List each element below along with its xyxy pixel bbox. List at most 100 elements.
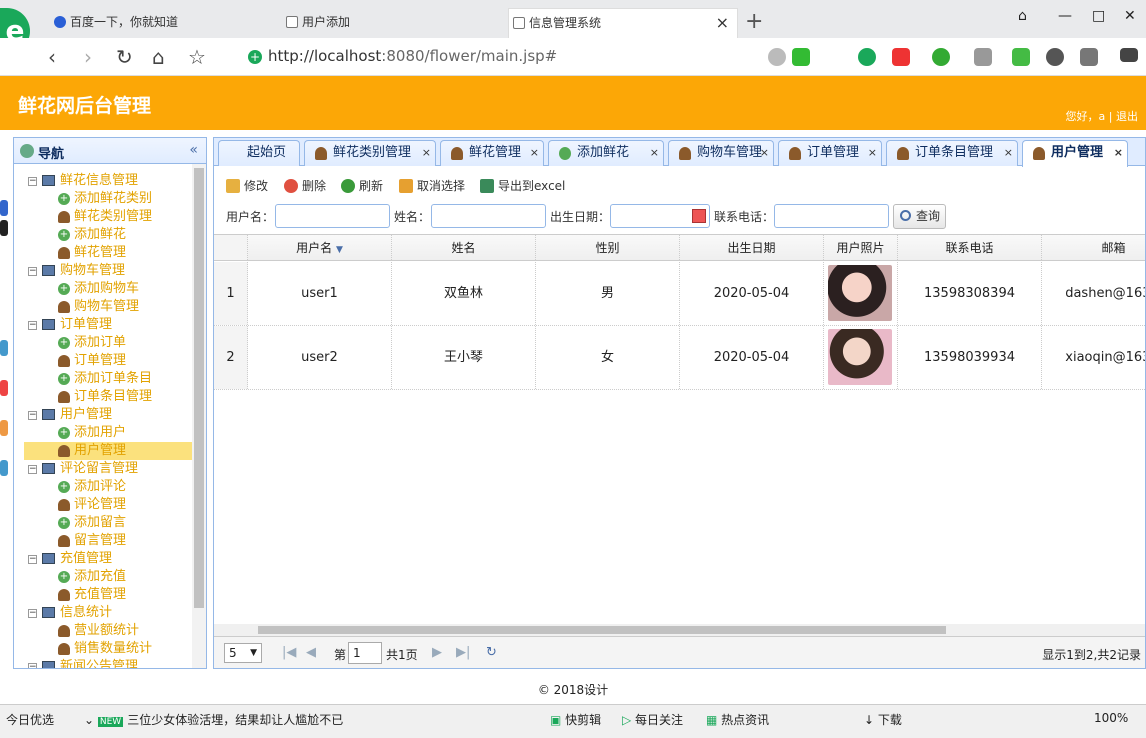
- table-row[interactable]: 2 user2 王小琴女 2020-05-04 13598039934 xiaoqin@1…: [214, 326, 1145, 390]
- back-icon[interactable]: ‹: [48, 46, 56, 68]
- page-number-input[interactable]: 1: [348, 642, 382, 664]
- phone-input[interactable]: [774, 204, 889, 228]
- column-header-email[interactable]: 邮箱: [1042, 235, 1145, 260]
- status-item[interactable]: ↓ 下载: [864, 711, 902, 728]
- status-today-pick[interactable]: 今日优选: [6, 711, 54, 728]
- birth-date-input[interactable]: [610, 204, 710, 228]
- page-tab[interactable]: 添加鲜花 ×: [548, 140, 664, 166]
- close-icon[interactable]: ×: [650, 141, 659, 165]
- battery-icon[interactable]: [1012, 48, 1030, 66]
- star-icon[interactable]: ☆: [188, 46, 206, 68]
- grid-hscrollbar[interactable]: [214, 624, 1145, 636]
- tree-item[interactable]: 订单管理: [24, 352, 192, 370]
- page-tab[interactable]: 鲜花管理 ×: [440, 140, 544, 166]
- cancel-select-button[interactable]: 取消选择: [399, 178, 465, 194]
- tree-item[interactable]: + 添加订单: [24, 334, 192, 352]
- tree-group[interactable]: − 评论留言管理: [24, 460, 192, 478]
- apps-icon[interactable]: [974, 48, 992, 66]
- page-tab[interactable]: 订单条目管理 ×: [886, 140, 1018, 166]
- delete-button[interactable]: 删除: [284, 178, 326, 194]
- tree-item[interactable]: + 添加购物车: [24, 280, 192, 298]
- collapse-icon[interactable]: −: [28, 555, 37, 564]
- collapse-icon[interactable]: −: [28, 609, 37, 618]
- status-item[interactable]: ▷ 每日关注: [622, 711, 683, 728]
- user-info[interactable]: 您好，a | 退出: [1066, 108, 1138, 124]
- edit-button[interactable]: 修改: [226, 178, 268, 194]
- next-page-icon[interactable]: ▶: [432, 645, 442, 660]
- refresh-button[interactable]: 刷新: [341, 178, 383, 194]
- headphone-icon[interactable]: [1046, 48, 1064, 66]
- collapse-icon[interactable]: −: [28, 267, 37, 276]
- browser-tab-info-system[interactable]: 信息管理系统 ×: [508, 8, 738, 38]
- tree-group[interactable]: − 购物车管理: [24, 262, 192, 280]
- status-news[interactable]: ⌄ NEW 三位少女体验活埋，结果却让人尴尬不已: [84, 711, 343, 728]
- collapse-icon[interactable]: −: [28, 411, 37, 420]
- close-icon[interactable]: ×: [530, 141, 539, 165]
- page-tab[interactable]: 鲜花类别管理 ×: [304, 140, 436, 166]
- prev-page-icon[interactable]: ◀: [306, 645, 316, 660]
- address-bar[interactable]: + http://localhost:8080/flower/main.jsp#: [240, 44, 760, 70]
- tree-item[interactable]: 订单条目管理: [24, 388, 192, 406]
- tree-item[interactable]: + 添加留言: [24, 514, 192, 532]
- collapse-icon[interactable]: −: [28, 663, 37, 668]
- lightning-icon[interactable]: [792, 48, 810, 66]
- table-row[interactable]: 1 user1 双鱼林男 2020-05-04 13598308394 dashen@16…: [214, 262, 1145, 326]
- home-icon[interactable]: ⌂: [152, 46, 165, 68]
- collapse-icon[interactable]: −: [28, 321, 37, 330]
- side-icon[interactable]: [0, 460, 8, 476]
- tree-group[interactable]: − 订单管理: [24, 316, 192, 334]
- name-input[interactable]: [431, 204, 546, 228]
- first-page-icon[interactable]: |◀: [282, 645, 296, 660]
- last-page-icon[interactable]: ▶|: [456, 645, 470, 660]
- tree-item[interactable]: 营业额统计: [24, 622, 192, 640]
- tree-item[interactable]: + 添加订单条目: [24, 370, 192, 388]
- browser-tab-user-add[interactable]: 用户添加: [282, 8, 504, 38]
- menu-icon[interactable]: [1120, 48, 1138, 62]
- minimize-icon[interactable]: —: [1058, 8, 1072, 24]
- close-icon[interactable]: ×: [760, 141, 769, 165]
- reload-icon[interactable]: ↻: [116, 46, 133, 68]
- page-tab[interactable]: 购物车管理 ×: [668, 140, 774, 166]
- page-tab[interactable]: 起始页: [218, 140, 300, 166]
- tree-item[interactable]: 留言管理: [24, 532, 192, 550]
- reload-icon[interactable]: ↻: [486, 645, 497, 660]
- page-size-select[interactable]: 5 ▼: [224, 643, 262, 663]
- export-excel-button[interactable]: 导出到excel: [480, 178, 565, 194]
- side-icon[interactable]: [0, 340, 8, 356]
- tree-group[interactable]: − 用户管理: [24, 406, 192, 424]
- tree-group[interactable]: − 鲜花信息管理: [24, 172, 192, 190]
- tree-group[interactable]: − 充值管理: [24, 550, 192, 568]
- shield-icon[interactable]: [932, 48, 950, 66]
- tree-group[interactable]: − 新闻公告管理: [24, 658, 192, 668]
- forward-icon[interactable]: ›: [84, 46, 92, 68]
- browser-tab-baidu[interactable]: 百度一下，你就知道: [50, 8, 272, 38]
- zoom-level[interactable]: 100%: [1094, 711, 1128, 725]
- side-icon[interactable]: [0, 200, 8, 216]
- column-header-gender[interactable]: 性别: [536, 235, 680, 260]
- maximize-icon[interactable]: □: [1092, 8, 1105, 24]
- scissors-icon[interactable]: [892, 48, 910, 66]
- collapse-icon[interactable]: −: [28, 177, 37, 186]
- column-header-phone[interactable]: 联系电话: [898, 235, 1042, 260]
- tree-item[interactable]: 销售数量统计: [24, 640, 192, 658]
- undo-icon[interactable]: [1080, 48, 1098, 66]
- tree-group[interactable]: − 信息统计: [24, 604, 192, 622]
- status-item[interactable]: ▣ 快剪辑: [550, 711, 601, 728]
- collapse-icon[interactable]: −: [28, 465, 37, 474]
- column-header-username[interactable]: 用户名 ▼: [248, 235, 392, 260]
- column-header-birth[interactable]: 出生日期: [680, 235, 824, 260]
- status-item[interactable]: ▦ 热点资讯: [706, 711, 769, 728]
- collapse-icon[interactable]: «: [189, 142, 198, 158]
- tree-item[interactable]: + 添加评论: [24, 478, 192, 496]
- calendar-icon[interactable]: [692, 209, 706, 223]
- close-icon[interactable]: ×: [1004, 141, 1013, 165]
- close-icon[interactable]: ×: [868, 141, 877, 165]
- tree-item[interactable]: 鲜花管理: [24, 244, 192, 262]
- query-button[interactable]: 查询: [893, 204, 946, 229]
- tree-item[interactable]: 鲜花类别管理: [24, 208, 192, 226]
- close-icon[interactable]: ×: [1114, 141, 1123, 165]
- share-icon[interactable]: [768, 48, 786, 66]
- tree-item[interactable]: + 添加鲜花: [24, 226, 192, 244]
- tree-item[interactable]: 购物车管理: [24, 298, 192, 316]
- close-icon[interactable]: ×: [716, 9, 729, 37]
